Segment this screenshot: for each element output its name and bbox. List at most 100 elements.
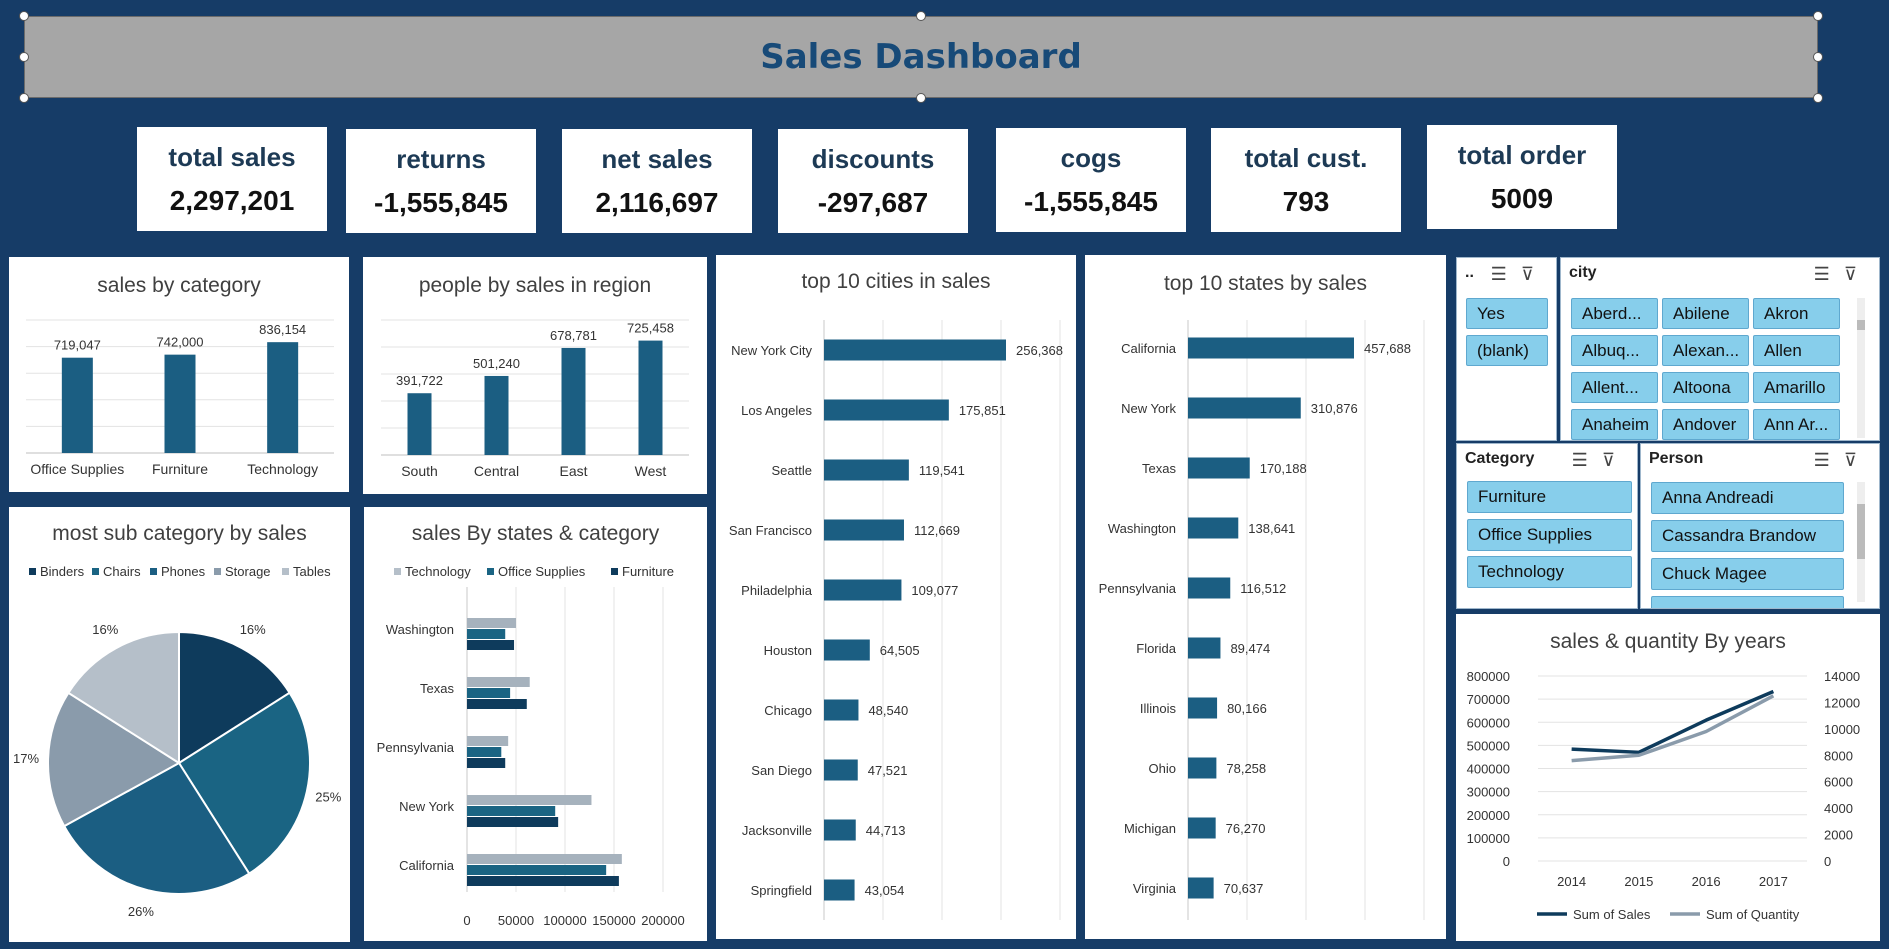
bar — [824, 639, 870, 661]
legend-label: Furniture — [622, 564, 674, 579]
panel-sub-category-pie[interactable]: most sub category by sales Binders Chairs… — [9, 507, 350, 942]
category-label: Pennsylvania — [377, 740, 455, 755]
bar — [1188, 457, 1250, 479]
resize-handle-tl[interactable] — [19, 11, 29, 21]
kpi-label: net sales — [601, 143, 713, 174]
slicer-item[interactable]: Allen — [1753, 335, 1840, 366]
panel-people-by-sales-region[interactable]: people by sales in region 391,722 South 50… — [363, 257, 707, 494]
resize-handle-bl[interactable] — [19, 93, 29, 103]
slicer-item[interactable]: Akron — [1753, 298, 1840, 329]
slicer-item[interactable]: Cassandra Brandow — [1651, 520, 1844, 552]
resize-handle-tm[interactable] — [916, 11, 926, 21]
category-label: Washington — [1108, 521, 1176, 536]
panel-sales-by-states-category[interactable]: sales By states & category Technology Off… — [364, 507, 707, 941]
panel-sales-by-category[interactable]: sales by category 719,047 Office Supplies… — [9, 257, 349, 492]
category-label: Technology — [247, 461, 318, 477]
tick-label: 2000 — [1824, 828, 1853, 843]
panel-top-10-cities[interactable]: top 10 cities in sales 256,368 New York C… — [716, 255, 1076, 939]
panel-top-10-states[interactable]: top 10 states by sales 457,688 California… — [1085, 255, 1446, 939]
clear-filter-icon[interactable]: ⊽ — [1521, 264, 1548, 284]
slicer-item[interactable]: Chuck Magee — [1651, 558, 1844, 590]
bar — [467, 817, 559, 827]
slicer-item[interactable]: Yes — [1466, 298, 1548, 329]
category-label: Michigan — [1124, 821, 1176, 836]
clear-filter-icon[interactable]: ⊽ — [1844, 264, 1871, 284]
slicer-item[interactable]: Andover — [1662, 409, 1749, 440]
sales-by-category-chart: 719,047 Office Supplies 742,000 Furniture 83… — [26, 319, 334, 477]
slicer-category[interactable]: Category ☰⊽ Furniture Office Supplies Te… — [1456, 443, 1638, 609]
legend-label: Tables — [293, 564, 331, 579]
slicer-item[interactable]: Altoona — [1662, 372, 1749, 403]
bar — [467, 806, 556, 816]
category-label: Office Supplies — [30, 461, 124, 477]
tick-label: 800000 — [1467, 669, 1510, 684]
scrollbar-thumb[interactable] — [1857, 320, 1865, 330]
data-label: 89,474 — [1230, 641, 1270, 656]
slicer-item[interactable]: (blank) — [1466, 335, 1548, 366]
multi-select-icon[interactable]: ☰ — [1491, 264, 1521, 284]
tick-label: 400000 — [1467, 762, 1510, 777]
clear-filter-icon[interactable]: ⊽ — [1602, 450, 1629, 470]
resize-handle-bm[interactable] — [916, 93, 926, 103]
kpi-value: -297,687 — [817, 186, 929, 218]
slicer-item[interactable]: Allent... — [1571, 372, 1658, 403]
scrollbar-thumb[interactable] — [1857, 504, 1865, 559]
tick-label: 100000 — [543, 913, 586, 928]
data-label: 109,077 — [911, 583, 958, 598]
kpi-total-sales: total sales 2,297,201 — [137, 127, 327, 231]
category-label: Jacksonville — [742, 823, 812, 838]
dashboard-title-shape[interactable]: Sales Dashboard — [24, 16, 1818, 98]
resize-handle-br[interactable] — [1813, 93, 1823, 103]
legend-label: Storage — [225, 564, 271, 579]
category-label: Florida — [1136, 641, 1177, 656]
slicer-item[interactable]: Aberd... — [1571, 298, 1658, 329]
scrollbar[interactable] — [1857, 298, 1865, 438]
bar — [824, 879, 855, 901]
resize-handle-mr[interactable] — [1813, 52, 1823, 62]
slicer-city[interactable]: city ☰⊽ Aberd... Abilene Akron Albuq... … — [1560, 257, 1880, 441]
clear-filter-icon[interactable]: ⊽ — [1844, 450, 1871, 470]
multi-select-icon[interactable]: ☰ — [1814, 450, 1844, 470]
slicer-item[interactable] — [1651, 596, 1844, 608]
slicer-item[interactable]: Furniture — [1467, 481, 1632, 513]
slicer-item[interactable]: Office Supplies — [1467, 519, 1632, 551]
bar — [1188, 517, 1239, 539]
data-label: 43,054 — [865, 883, 905, 898]
legend-swatch — [214, 568, 221, 575]
kpi-label: cogs — [1060, 142, 1122, 173]
legend-label: Technology — [405, 564, 471, 579]
slicer-flag[interactable]: .. ☰⊽ Yes (blank) — [1456, 257, 1557, 441]
slicer-item[interactable]: Abilene — [1662, 298, 1749, 329]
data-label: 175,851 — [959, 403, 1006, 418]
multi-select-icon[interactable]: ☰ — [1814, 264, 1844, 284]
tick-label: 0 — [1824, 854, 1831, 869]
category-label: Illinois — [1140, 701, 1177, 716]
slicer-item[interactable]: Amarillo — [1753, 372, 1840, 403]
data-label: 80,166 — [1227, 701, 1267, 716]
data-label: 138,641 — [1248, 521, 1295, 536]
slicer-item[interactable]: Albuq... — [1571, 335, 1658, 366]
legend-label: Sum of Quantity — [1706, 907, 1800, 922]
slicer-item[interactable]: Anaheim — [1571, 409, 1658, 440]
category-label: Chicago — [764, 703, 812, 718]
slicer-item[interactable]: Alexan... — [1662, 335, 1749, 366]
resize-handle-ml[interactable] — [19, 52, 29, 62]
bar — [467, 854, 622, 864]
category-label: Philadelphia — [741, 583, 813, 598]
slicer-item[interactable]: Technology — [1467, 556, 1632, 588]
bar — [467, 876, 619, 886]
top-10-cities-chart: 256,368 New York City 175,851 Los Angeles 11… — [729, 320, 1063, 920]
bar — [164, 354, 196, 453]
resize-handle-tr[interactable] — [1813, 11, 1823, 21]
slicer-item[interactable]: Ann Ar... — [1753, 409, 1840, 440]
multi-select-icon[interactable]: ☰ — [1572, 450, 1602, 470]
slicer-item[interactable]: Anna Andreadi — [1651, 482, 1844, 514]
slicer-person[interactable]: Person ☰⊽ Anna Andreadi Cassandra Brando… — [1640, 443, 1880, 609]
data-label: 742,000 — [157, 335, 204, 350]
data-label: 170,188 — [1260, 461, 1307, 476]
tick-label: 10000 — [1824, 722, 1860, 737]
kpi-label: returns — [396, 143, 486, 174]
panel-sales-quantity-years[interactable]: sales & quantity By years 800000 700000 60… — [1456, 614, 1880, 941]
legend-swatch — [282, 568, 289, 575]
bar — [467, 865, 607, 875]
